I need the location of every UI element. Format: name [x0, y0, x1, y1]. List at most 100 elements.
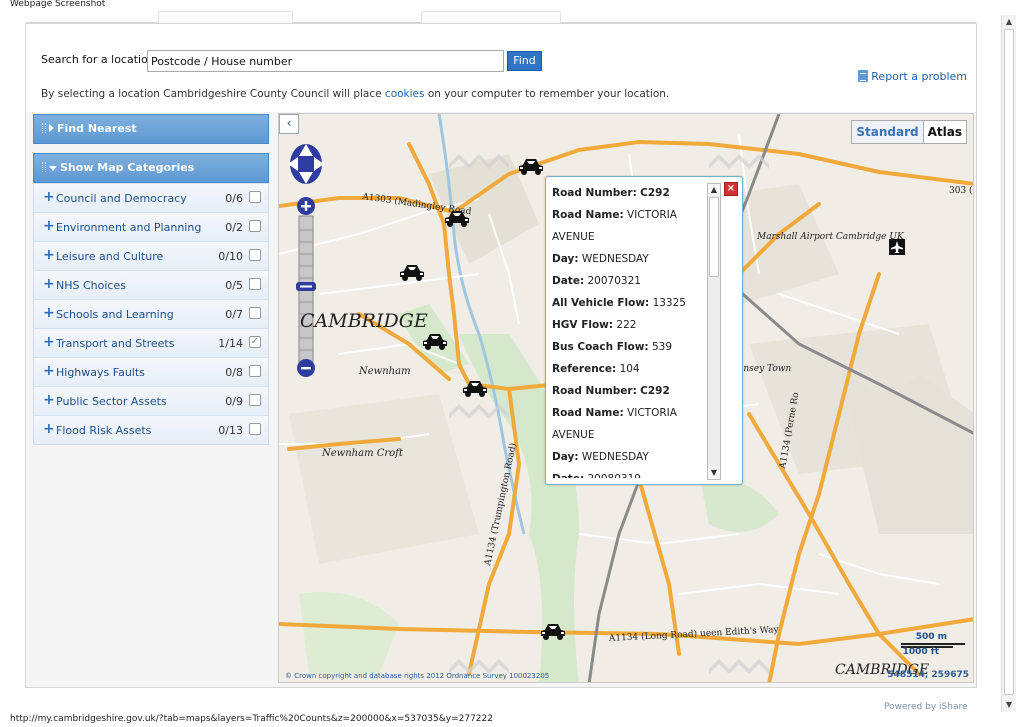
tab-ghost[interactable]: [158, 11, 293, 23]
popup-close-icon[interactable]: ×: [724, 182, 738, 196]
popup-attribute-row: Day: WEDNESDAY: [552, 446, 704, 468]
show-map-categories-header[interactable]: Show Map Categories: [33, 153, 269, 183]
cookie-text-after: on your computer to remember your locati…: [424, 88, 670, 100]
popup-attribute-value: VICTORIA: [627, 209, 677, 221]
popup-attribute-key: Road Number:: [552, 187, 637, 199]
category-checkbox[interactable]: [249, 365, 261, 377]
base-layer-switcher: Standard Atlas: [851, 120, 967, 144]
category-item[interactable]: + Council and Democracy 0/6: [34, 183, 268, 212]
popup-attribute-value: 222: [616, 319, 637, 331]
popup-content: Road Number: C292 Road Name: VICTORIA AVEN…: [552, 182, 704, 478]
category-checkbox[interactable]: ✓: [249, 336, 261, 348]
tab-ghost[interactable]: [421, 11, 561, 23]
category-item[interactable]: + Transport and Streets 1/14 ✓: [34, 328, 268, 357]
popup-attribute-key: Road Name:: [552, 407, 624, 419]
category-item[interactable]: + Environment and Planning 0/2: [34, 212, 268, 241]
expand-plus-icon[interactable]: +: [43, 422, 55, 436]
scale-bar: 500 m 1000 ft: [897, 632, 965, 670]
popup-attribute-value: WEDNESDAY: [581, 451, 649, 463]
powered-by-link[interactable]: Powered by iShare: [884, 702, 968, 712]
popup-attribute-row: Day: WEDNESDAY: [552, 248, 704, 270]
expand-plus-icon[interactable]: +: [43, 277, 55, 291]
map-view[interactable]: ‹ Standard Atlas CAMBRIDGE Newnham Newnh…: [278, 113, 974, 683]
category-checkbox[interactable]: [249, 249, 261, 261]
category-checkbox[interactable]: [249, 278, 261, 290]
search-label: Search for a location:: [41, 53, 159, 66]
category-item[interactable]: + Schools and Learning 0/7: [34, 299, 268, 328]
category-count: 0/6: [225, 192, 243, 205]
pan-zoom-control[interactable]: [287, 142, 325, 382]
category-item[interactable]: + Public Sector Assets 0/9: [34, 386, 268, 415]
expand-plus-icon[interactable]: +: [43, 190, 55, 204]
popup-scroll-thumb[interactable]: [709, 197, 719, 277]
search-input[interactable]: [147, 50, 504, 72]
popup-attribute-value: AVENUE: [552, 231, 595, 243]
scroll-up-icon[interactable]: ▲: [708, 184, 720, 196]
category-count: 0/10: [218, 250, 243, 263]
category-count: 0/13: [218, 424, 243, 437]
category-label: Transport and Streets: [56, 337, 175, 350]
scroll-down-icon[interactable]: ▼: [708, 467, 720, 479]
find-nearest-label: Find Nearest: [57, 122, 137, 135]
expand-plus-icon[interactable]: +: [43, 393, 55, 407]
popup-attribute-key: HGV Flow:: [552, 319, 614, 331]
category-label: Environment and Planning: [56, 221, 202, 234]
find-button[interactable]: Find: [507, 51, 542, 71]
popup-attribute-row: HGV Flow: 222: [552, 314, 704, 336]
category-checkbox[interactable]: [249, 191, 261, 203]
popup-attribute-row: Road Number: C292: [552, 182, 704, 204]
popup-attribute-value: 20070321: [587, 275, 641, 287]
popup-attribute-value: 104: [619, 363, 640, 375]
category-list: + Council and Democracy 0/6 + Environment an…: [33, 183, 269, 445]
popup-attribute-key: Date:: [552, 275, 585, 287]
expand-plus-icon[interactable]: +: [43, 306, 55, 320]
category-count: 1/14: [218, 337, 243, 350]
popup-attribute-value: C292: [640, 385, 670, 397]
category-count: 0/5: [225, 279, 243, 292]
category-label: Council and Democracy: [56, 192, 187, 205]
popup-attribute-value: 20080319: [588, 473, 641, 478]
popup-attribute-key: Reference:: [552, 363, 617, 375]
collapse-panel-button[interactable]: ‹: [279, 114, 299, 134]
category-item[interactable]: + NHS Choices 0/5: [34, 270, 268, 299]
category-count: 0/9: [225, 395, 243, 408]
report-problem-label: Report a problem: [871, 70, 967, 83]
category-checkbox[interactable]: [249, 394, 261, 406]
standard-layer-button[interactable]: Standard: [852, 121, 923, 143]
category-item[interactable]: + Highways Faults 0/8: [34, 357, 268, 386]
page-scroll-thumb[interactable]: [1004, 29, 1014, 695]
report-problem-link[interactable]: Report a problem: [858, 70, 967, 83]
category-checkbox[interactable]: [249, 423, 261, 435]
popup-attribute-value: 13325: [652, 297, 686, 309]
category-checkbox[interactable]: [249, 307, 261, 319]
expand-plus-icon[interactable]: +: [43, 335, 55, 349]
expand-plus-icon[interactable]: +: [43, 219, 55, 233]
scroll-up-icon[interactable]: ▲: [1004, 17, 1014, 27]
drag-grip-icon: [42, 123, 46, 133]
collapse-arrow-icon: [49, 166, 57, 171]
category-checkbox[interactable]: [249, 220, 261, 232]
document-icon: [858, 70, 869, 82]
find-nearest-header[interactable]: Find Nearest: [33, 114, 269, 144]
category-item[interactable]: + Flood Risk Assets 0/13: [34, 415, 268, 444]
popup-attribute-row: AVENUE: [552, 424, 704, 446]
scroll-down-icon[interactable]: ▼: [1004, 700, 1014, 710]
popup-attribute-key: Day:: [552, 451, 579, 463]
popup-attribute-key: All Vehicle Flow:: [552, 297, 650, 309]
drag-grip-icon: [42, 162, 46, 172]
expand-plus-icon[interactable]: +: [43, 248, 55, 262]
popup-attribute-row: Bus Coach Flow: 539: [552, 336, 704, 358]
expand-plus-icon[interactable]: +: [43, 364, 55, 378]
popup-scrollbar[interactable]: ▲ ▼: [707, 183, 721, 480]
cookies-link[interactable]: cookies: [385, 88, 425, 100]
feature-info-popup: Road Number: C292 Road Name: VICTORIA AVEN…: [545, 176, 743, 485]
popup-attribute-value: WEDNESDAY: [581, 253, 649, 265]
show-map-categories-label: Show Map Categories: [60, 161, 195, 174]
atlas-layer-button[interactable]: Atlas: [922, 121, 966, 143]
category-item[interactable]: + Leisure and Culture 0/10: [34, 241, 268, 270]
page-scrollbar[interactable]: ▲ ▼: [1001, 15, 1016, 712]
category-count: 0/2: [225, 221, 243, 234]
popup-attribute-row: Date: 20070321: [552, 270, 704, 292]
pan-control[interactable]: [288, 144, 324, 184]
popup-attribute-row: Road Name: VICTORIA: [552, 402, 704, 424]
